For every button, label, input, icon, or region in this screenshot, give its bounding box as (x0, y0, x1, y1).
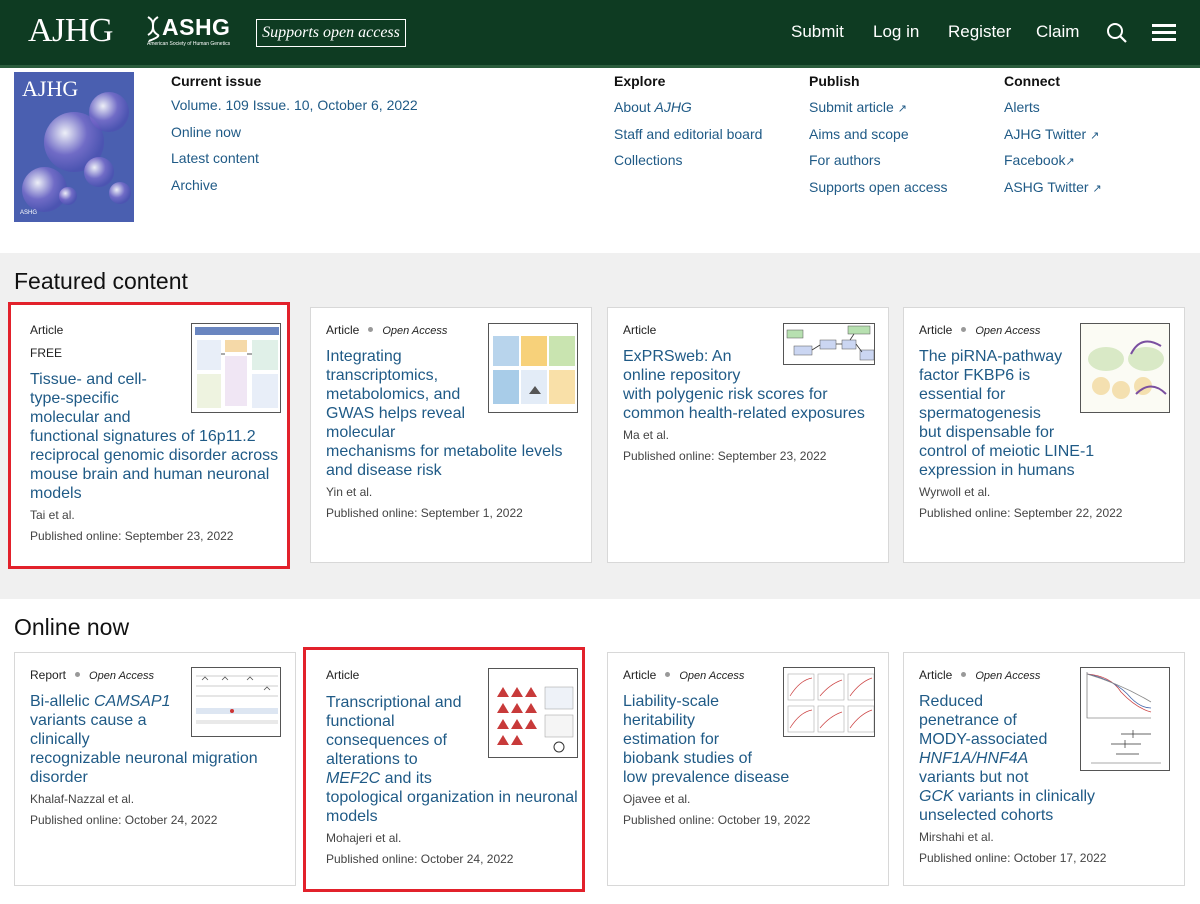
ashg-logo-text: ASHG (162, 14, 231, 40)
article-authors: Wyrwoll et al. (919, 485, 991, 499)
online-now-link[interactable]: Online now (171, 124, 241, 140)
article-published-date: Published online: September 1, 2022 (326, 506, 523, 520)
facebook-link[interactable]: Facebook↗ (1004, 152, 1075, 168)
dna-icon (147, 16, 160, 42)
latest-content-link[interactable]: Latest content (171, 150, 259, 166)
external-link-icon: ↗ (1092, 183, 1102, 195)
connect-heading: Connect (1004, 73, 1060, 89)
featured-heading: Featured content (14, 268, 188, 294)
site-header: AJHG ASHG American Society of Human Gene… (0, 0, 1200, 68)
open-access-badge[interactable]: Supports open access (256, 19, 406, 47)
article-type: Article (326, 668, 360, 682)
article-authors: Yin et al. (326, 485, 373, 499)
publish-heading: Publish (809, 73, 860, 89)
about-ajhg-link[interactable]: About AJHG (614, 99, 692, 115)
article-meta: Article Open Access (919, 323, 1041, 337)
supports-oa-link[interactable]: Supports open access (809, 179, 948, 195)
aims-scope-link[interactable]: Aims and scope (809, 126, 909, 142)
article-published-date: Published online: September 22, 2022 (919, 506, 1123, 520)
nav-register[interactable]: Register (948, 22, 1011, 42)
article-title-link[interactable]: Reduced penetrance of MODY-associated HN… (919, 692, 1095, 825)
featured-card-3[interactable]: Article ExPRSweb: An online repository w… (607, 307, 889, 563)
ajhg-twitter-link[interactable]: AJHG Twitter ↗ (1004, 126, 1099, 142)
nav-claim[interactable]: Claim (1036, 22, 1079, 42)
archive-link[interactable]: Archive (171, 177, 218, 193)
online-now-heading: Online now (14, 614, 130, 640)
article-meta: Article Open Access (326, 323, 448, 337)
alerts-link[interactable]: Alerts (1004, 99, 1040, 115)
article-title-link[interactable]: Bi-allelic CAMSAP1 variants cause a clin… (30, 692, 258, 787)
ashg-twitter-link[interactable]: ASHG Twitter ↗ (1004, 179, 1102, 195)
article-published-date: Published online: October 24, 2022 (326, 852, 514, 866)
explore-heading: Explore (614, 73, 666, 89)
online-card-1[interactable]: Report Open Access Bi-allelic CAMSAP1 var… (14, 652, 296, 886)
cover-footer: ASHG (20, 210, 38, 216)
current-issue-heading: Current issue (171, 73, 262, 89)
article-authors: Khalaf-Nazzal et al. (30, 792, 135, 806)
online-card-4[interactable]: Article Open Access Reduced penetrance of… (903, 652, 1185, 886)
featured-card-2[interactable]: Article Open Access Integrating transcrip… (310, 307, 592, 563)
external-link-icon: ↗ (897, 103, 907, 115)
article-authors: Ma et al. (623, 428, 670, 442)
article-meta: Report Open Access (30, 668, 155, 682)
online-card-3[interactable]: Article Open Access Liability-scale herit… (607, 652, 889, 886)
external-link-icon: ↗ (1090, 130, 1100, 142)
featured-card-4[interactable]: Article Open Access The piRNA-pathway fac… (903, 307, 1185, 563)
current-issue-volume-link[interactable]: Volume. 109 Issue. 10, October 6, 2022 (171, 97, 418, 113)
article-published-date: Published online: October 19, 2022 (623, 813, 811, 827)
online-card-2[interactable]: Article Transcriptional and functional c… (303, 647, 585, 892)
external-link-icon: ↗ (1065, 156, 1075, 168)
submit-article-link[interactable]: Submit article ↗ (809, 99, 907, 115)
ashg-logo-subtitle: American Society of Human Genetics (147, 41, 231, 47)
article-title-link[interactable]: The piRNA-pathway factor FKBP6 is essent… (919, 347, 1094, 480)
article-thumbnail[interactable] (783, 667, 875, 737)
article-meta: Article Open Access (919, 668, 1041, 682)
collections-link[interactable]: Collections (614, 152, 682, 168)
nav-login[interactable]: Log in (873, 22, 919, 42)
article-authors: Ojavee et al. (623, 792, 691, 806)
staff-board-link[interactable]: Staff and editorial board (614, 126, 762, 142)
nav-submit[interactable]: Submit (791, 22, 844, 42)
article-published-date: Published online: September 23, 2022 (623, 449, 827, 463)
article-meta: Article Open Access (623, 668, 745, 682)
article-published-date: Published online: September 23, 2022 (30, 529, 234, 543)
article-published-date: Published online: October 24, 2022 (30, 813, 218, 827)
article-authors: Mohajeri et al. (326, 831, 402, 845)
article-authors: Mirshahi et al. (919, 830, 994, 844)
featured-card-1[interactable]: Article FREE Tissue- and cell- type-spec… (8, 302, 290, 569)
article-title-link[interactable]: Tissue- and cell- type-specific molecula… (30, 370, 278, 503)
article-title-link[interactable]: Transcriptional and functional consequen… (326, 693, 578, 826)
article-type: Article (623, 323, 657, 337)
article-title-link[interactable]: Integrating transcriptomics, metabolomic… (326, 347, 563, 480)
article-published-date: Published online: October 17, 2022 (919, 851, 1107, 865)
article-title-link[interactable]: ExPRSweb: An online repository with poly… (623, 347, 865, 423)
for-authors-link[interactable]: For authors (809, 152, 881, 168)
journal-cover[interactable]: AJHG ASHG (14, 72, 134, 222)
article-type: Article (30, 323, 64, 337)
article-title-link[interactable]: Liability-scale heritability estimation … (623, 692, 789, 787)
menu-icon[interactable] (1152, 23, 1176, 43)
search-icon[interactable] (1106, 22, 1128, 44)
free-label: FREE (30, 346, 63, 360)
article-authors: Tai et al. (30, 508, 75, 522)
ajhg-logo[interactable]: AJHG (28, 12, 113, 50)
cover-title: AJHG (22, 76, 79, 101)
